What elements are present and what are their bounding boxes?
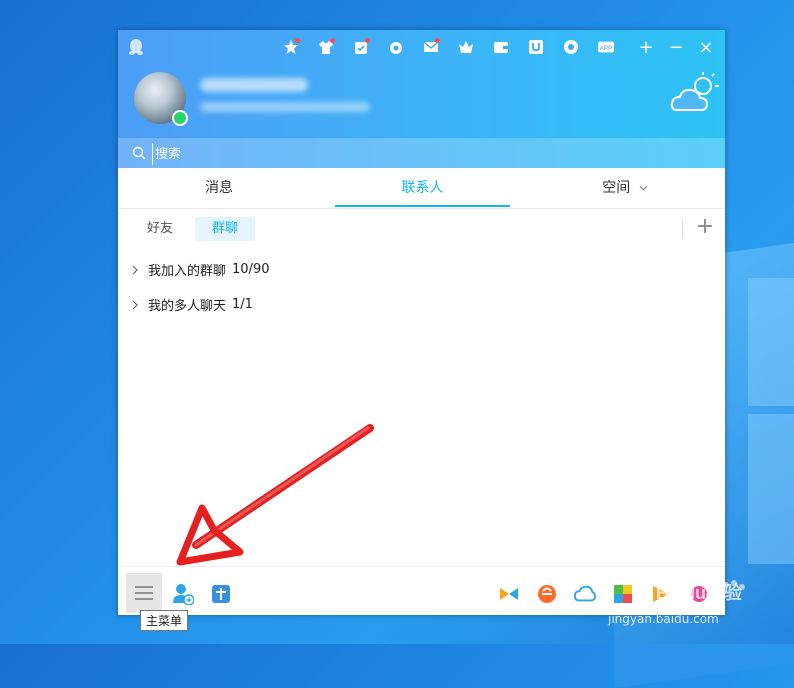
bottom-toolbar (118, 566, 725, 616)
medal-icon[interactable] (383, 36, 409, 58)
chevron-right-icon (132, 300, 138, 309)
game-center-icon[interactable] (558, 36, 584, 58)
wallet-icon[interactable] (488, 36, 514, 58)
qq-main-window: APP + − × 消息 (118, 30, 725, 615)
group-name: 我的多人聊天 (148, 299, 227, 314)
dress-shirt-icon[interactable] (313, 36, 339, 58)
main-tabs: 消息 联系人 空间 (118, 168, 725, 209)
tab-label: 消息 (205, 180, 233, 196)
watermark-brand: Baidu经验 (656, 582, 743, 603)
browser-e-icon[interactable] (536, 583, 558, 605)
active-tab-indicator (335, 205, 510, 207)
crown-icon[interactable] (453, 36, 479, 58)
search-input[interactable] (152, 143, 457, 165)
add-contact-plus-icon[interactable]: + (694, 216, 716, 238)
list-item[interactable]: 我的多人聊天 1/1 (118, 287, 725, 322)
close-icon[interactable]: × (695, 36, 717, 58)
weiyun-u-icon[interactable] (523, 36, 549, 58)
chevron-down-icon (639, 185, 648, 191)
subtab-friends[interactable]: 好友 (130, 217, 190, 241)
online-status-icon[interactable] (172, 110, 188, 126)
list-item[interactable]: 我加入的群聊 10/90 (118, 252, 725, 287)
app-store-icon[interactable]: APP (593, 36, 619, 58)
watermark-url: jingyan.baidu.com (608, 612, 719, 626)
search-icon (132, 146, 146, 160)
desktop-window-pane (748, 414, 794, 564)
tab-label: 联系人 (401, 180, 444, 196)
desktop-window-pane (748, 278, 794, 406)
main-menu-button[interactable] (126, 573, 162, 613)
notification-dot (295, 38, 300, 43)
notification-dot (365, 38, 370, 43)
group-list: 我加入的群聊 10/90 我的多人聊天 1/1 (118, 252, 725, 322)
weather-cloud-sun-icon[interactable] (669, 70, 721, 116)
svg-text:APP: APP (600, 45, 612, 52)
weiyun-cloud-icon[interactable] (574, 583, 596, 605)
vip-star-icon[interactable] (278, 36, 304, 58)
hamburger-menu-icon (135, 586, 153, 600)
contact-subtabs: 好友 群聊 + (118, 210, 725, 246)
game-bow-icon[interactable] (498, 583, 520, 605)
nickname-redacted (200, 78, 308, 92)
tab-contacts[interactable]: 联系人 (320, 168, 525, 208)
subtab-groups[interactable]: 群聊 (195, 217, 256, 241)
search-bar (118, 138, 725, 168)
tab-messages[interactable]: 消息 (118, 168, 320, 208)
subtab-label: 好友 (147, 221, 174, 236)
minimize-icon[interactable]: − (665, 36, 687, 58)
add-friend-icon[interactable] (172, 583, 194, 605)
group-count: 1/1 (232, 297, 253, 312)
tab-space[interactable]: 空间 (525, 168, 725, 208)
chevron-right-icon (132, 265, 138, 274)
calendar-check-icon[interactable] (348, 36, 374, 58)
profile-header: APP + − × (118, 30, 725, 168)
signature-redacted (200, 102, 370, 112)
group-name: 我加入的群聊 (148, 264, 227, 279)
notification-dot (330, 38, 335, 43)
app-manager-icon[interactable] (210, 583, 232, 605)
window-controls: + − × (635, 36, 717, 58)
subtab-label: 群聊 (212, 221, 239, 236)
notification-dot (435, 38, 440, 43)
toolbar-icons: APP (278, 36, 619, 58)
group-count: 10/90 (232, 262, 270, 277)
tab-label: 空间 (602, 180, 631, 196)
add-plus-icon[interactable]: + (635, 36, 657, 58)
mail-icon[interactable] (418, 36, 444, 58)
divider (682, 220, 683, 238)
tooltip: 主菜单 (140, 610, 189, 631)
qq-penguin-icon (129, 39, 143, 55)
colorful-app-icon[interactable] (612, 583, 634, 605)
